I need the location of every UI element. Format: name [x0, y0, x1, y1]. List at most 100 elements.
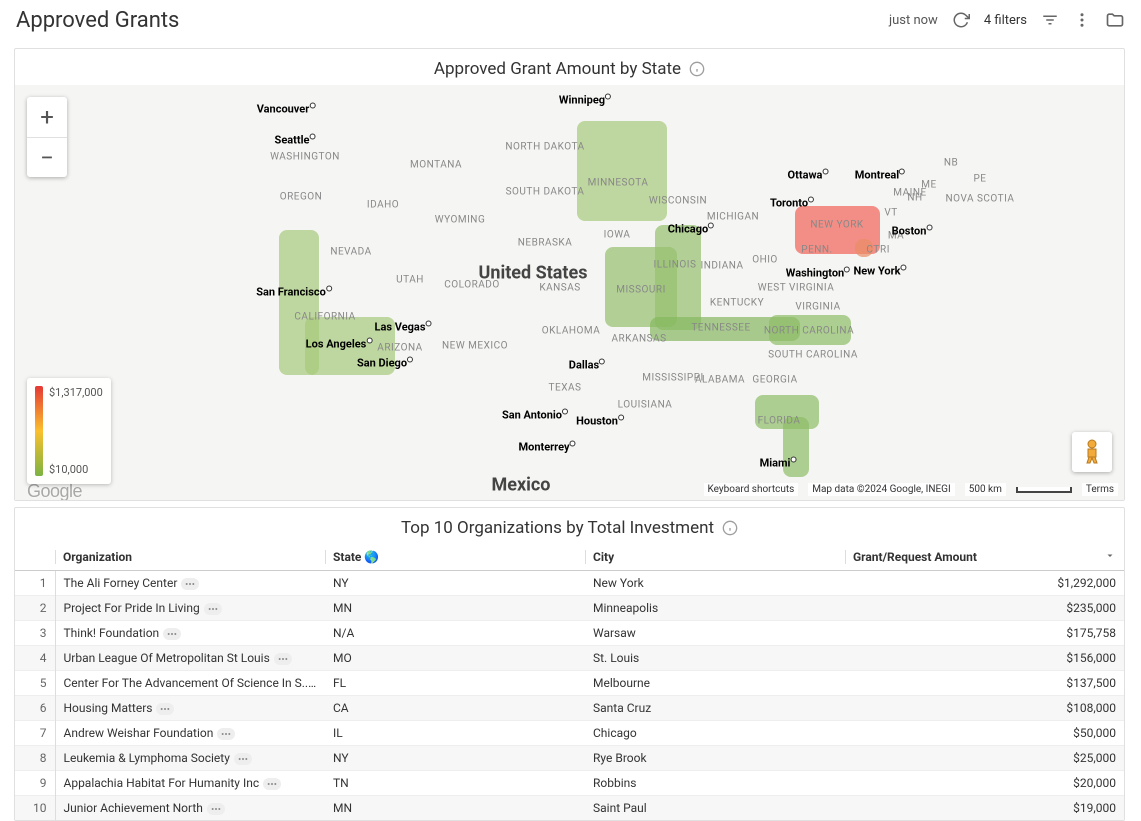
city-label: San Francisco: [256, 286, 326, 299]
state-label: ME: [921, 180, 936, 191]
map-panel-title-text: Approved Grant Amount by State: [434, 59, 681, 79]
state-label: LOUISIANA: [618, 400, 673, 411]
state-label: OKLAHOMA: [542, 326, 601, 337]
row-actions-icon[interactable]: [204, 603, 222, 615]
cell-state: CA: [325, 696, 585, 721]
cell-organization: Project For Pride In Living: [55, 596, 325, 621]
terms-link[interactable]: Terms: [1082, 483, 1118, 496]
cell-city: Robbins: [585, 771, 845, 796]
row-actions-icon[interactable]: [234, 753, 252, 765]
row-actions-icon[interactable]: [263, 778, 281, 790]
cell-organization: Junior Achievement North: [55, 796, 325, 821]
page-title: Approved Grants: [16, 8, 179, 33]
sort-desc-icon[interactable]: [1104, 550, 1116, 565]
row-actions-icon[interactable]: [163, 628, 181, 640]
state-label: SOUTH DAKOTA: [506, 187, 585, 198]
cell-amount: $235,000: [845, 596, 1124, 621]
streetview-pegman[interactable]: [1072, 432, 1112, 472]
state-highlight: [855, 239, 873, 257]
cell-city: Saint Paul: [585, 796, 845, 821]
more-vert-icon[interactable]: [1073, 11, 1091, 29]
cell-organization: Urban League Of Metropolitan St Louis: [55, 646, 325, 671]
country-mx: Mexico: [492, 475, 551, 496]
legend-low: $10,000: [49, 463, 103, 476]
state-label: WISCONSIN: [649, 196, 707, 207]
state-highlight: [783, 417, 809, 477]
city-label: Toronto: [770, 197, 808, 210]
cell-rownum: 2: [15, 596, 55, 621]
row-actions-icon[interactable]: [274, 653, 292, 665]
refresh-icon[interactable]: [952, 11, 970, 29]
cell-organization: Appalachia Habitat For Humanity Inc: [55, 771, 325, 796]
state-label: KANSAS: [539, 283, 580, 294]
legend-high: $1,317,000: [49, 386, 103, 399]
state-highlight: [650, 317, 800, 341]
filters-label[interactable]: 4 filters: [984, 13, 1027, 28]
state-label: NOVA SCOTIA: [946, 194, 1015, 205]
row-actions-icon[interactable]: [207, 803, 225, 815]
cell-state: N/A: [325, 621, 585, 646]
cell-rownum: 3: [15, 621, 55, 646]
state-label: MONTANA: [410, 160, 462, 171]
cell-city: Warsaw: [585, 621, 845, 646]
cell-rownum: 9: [15, 771, 55, 796]
cell-city: New York: [585, 571, 845, 596]
col-amount[interactable]: Grant/Request Amount: [845, 544, 1124, 571]
row-actions-icon[interactable]: [217, 728, 235, 740]
info-icon[interactable]: [722, 520, 738, 536]
scale-bar: [1016, 487, 1072, 493]
table-row[interactable]: 2Project For Pride In LivingMNMinneapoli…: [15, 596, 1124, 621]
table-row[interactable]: 1The Ali Forney CenterNYNew York$1,292,0…: [15, 571, 1124, 596]
table-row[interactable]: 10Junior Achievement NorthMNSaint Paul$1…: [15, 796, 1124, 821]
state-label: WASHINGTON: [270, 152, 340, 163]
state-label: ILLINOIS: [654, 260, 697, 271]
cell-organization: Housing Matters: [55, 696, 325, 721]
city-label: Chicago: [668, 223, 708, 236]
state-label: NEBRASKA: [518, 238, 572, 249]
row-actions-icon[interactable]: [181, 578, 199, 590]
zoom-out-button[interactable]: −: [27, 137, 67, 177]
last-refresh-timestamp: just now: [889, 13, 938, 28]
table-row[interactable]: 4Urban League Of Metropolitan St LouisMO…: [15, 646, 1124, 671]
map-panel: Approved Grant Amount by State + − $1,31…: [14, 48, 1125, 501]
table-row[interactable]: 9Appalachia Habitat For Humanity IncTNRo…: [15, 771, 1124, 796]
state-label: NORTH DAKOTA: [505, 142, 584, 153]
info-icon[interactable]: [689, 61, 705, 77]
row-actions-icon[interactable]: [315, 678, 325, 690]
city-label: Ottawa: [788, 169, 823, 182]
col-city[interactable]: City: [585, 544, 845, 571]
state-label: MISSOURI: [616, 285, 666, 296]
header: Approved Grants just now 4 filters: [0, 0, 1141, 40]
cell-rownum: 5: [15, 671, 55, 696]
filter-icon[interactable]: [1041, 11, 1059, 29]
table-row[interactable]: 5Center For The Advancement Of Science I…: [15, 671, 1124, 696]
state-label: WYOMING: [435, 215, 486, 226]
cell-organization: Leukemia & Lymphoma Society: [55, 746, 325, 771]
map[interactable]: + − $1,317,000 $10,000 Google Keyboard s…: [15, 85, 1124, 500]
row-actions-icon[interactable]: [156, 703, 174, 715]
cell-state: FL: [325, 671, 585, 696]
state-label: WEST VIRGINIA: [758, 283, 835, 294]
city-label: Vancouver: [257, 103, 310, 116]
table-row[interactable]: 8Leukemia & Lymphoma SocietyNYRye Brook$…: [15, 746, 1124, 771]
col-organization[interactable]: Organization: [55, 544, 325, 571]
state-label: NORTH CAROLINA: [764, 326, 854, 337]
city-label: Winnipeg: [559, 94, 605, 107]
state-label: CALIFORNIA: [294, 312, 355, 323]
table-row[interactable]: 3Think! FoundationN/AWarsaw$175,758: [15, 621, 1124, 646]
cell-city: Rye Brook: [585, 746, 845, 771]
state-label: TENNESSEE: [691, 323, 750, 334]
state-label: MA: [888, 231, 904, 242]
state-label: KENTUCKY: [710, 298, 764, 309]
state-label: PENN.: [801, 245, 832, 256]
cell-rownum: 10: [15, 796, 55, 821]
cell-organization: Think! Foundation: [55, 621, 325, 646]
keyboard-shortcuts-link[interactable]: Keyboard shortcuts: [704, 483, 799, 496]
table-row[interactable]: 6Housing MattersCASanta Cruz$108,000: [15, 696, 1124, 721]
col-state[interactable]: State 🌎: [325, 544, 585, 571]
state-label: MISSISSIPPI: [642, 373, 703, 384]
table-row[interactable]: 7Andrew Weishar FoundationILChicago$50,0…: [15, 721, 1124, 746]
city-label: Boston: [892, 225, 927, 238]
zoom-in-button[interactable]: +: [27, 97, 67, 137]
folder-icon[interactable]: [1105, 10, 1125, 30]
